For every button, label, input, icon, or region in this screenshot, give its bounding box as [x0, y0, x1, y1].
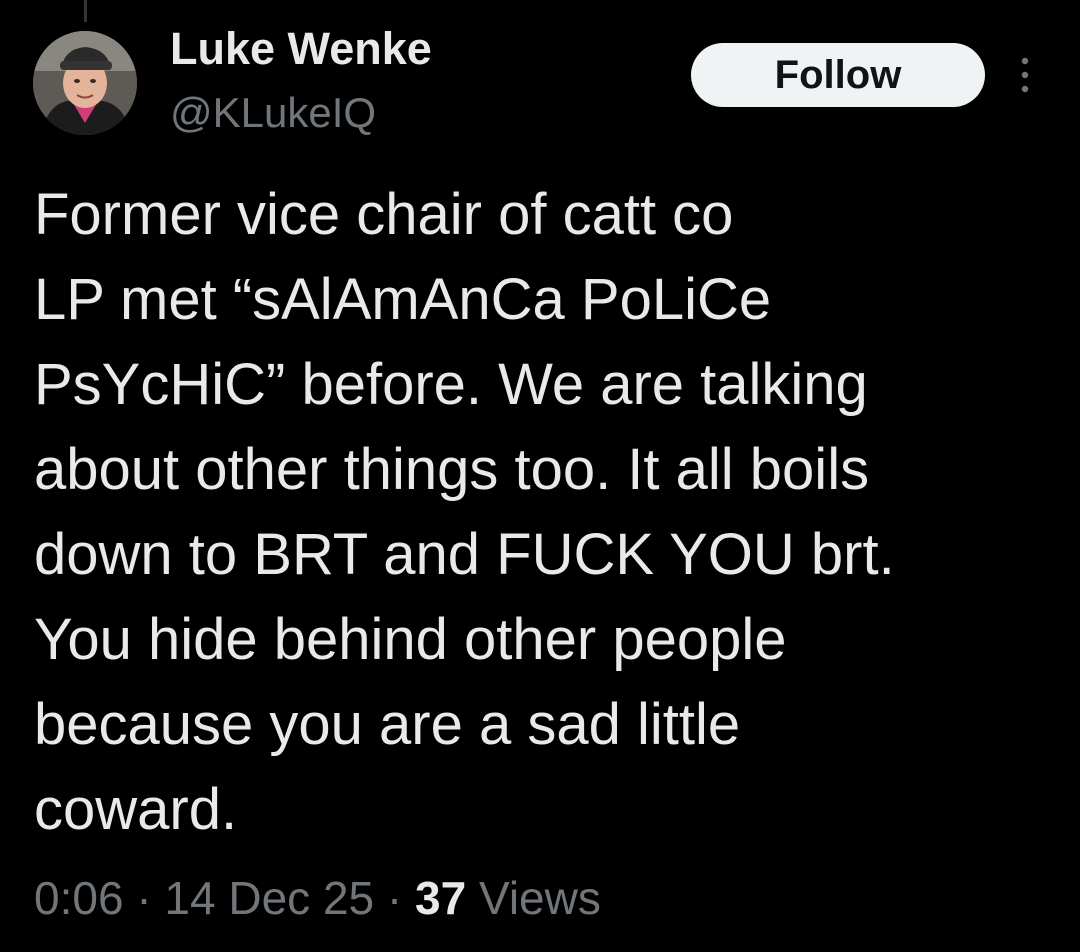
avatar[interactable] [33, 31, 137, 135]
avatar-image [33, 31, 137, 135]
thread-connector-line [84, 0, 87, 22]
tweet-text: Former vice chair of catt co LP met “sAl… [34, 172, 1044, 852]
meta-separator: · [386, 872, 403, 924]
tweet-text-line: LP met “sAlAmAnCa PoLiCe [34, 267, 772, 332]
tweet-date[interactable]: 14 Dec 25 [164, 872, 374, 924]
tweet-metadata: 0:06 · 14 Dec 25 · 37 Views [34, 868, 601, 928]
views-label: Views [478, 872, 601, 924]
more-options-button[interactable] [1010, 52, 1040, 98]
tweet-text-line: You hide behind other people [34, 607, 787, 672]
tweet-text-line: coward. [34, 777, 238, 842]
follow-button[interactable]: Follow [691, 43, 985, 107]
author-handle[interactable]: @KLukeIQ [170, 88, 376, 138]
views-count: 37 [415, 872, 467, 924]
tweet-text-line: down to BRT and FUCK YOU brt. [34, 522, 895, 587]
more-dots-vertical-icon [1021, 57, 1029, 93]
tweet-text-line: about other things too. It all boils [34, 437, 870, 502]
author-name[interactable]: Luke Wenke [170, 23, 432, 75]
tweet-time[interactable]: 0:06 [34, 872, 124, 924]
tweet-text-line: Former vice chair of catt co [34, 182, 734, 247]
tweet-text-line: PsYcHiC” before. We are talking [34, 352, 868, 417]
meta-separator: · [136, 872, 152, 924]
tweet-text-line: because you are a sad little [34, 692, 741, 757]
